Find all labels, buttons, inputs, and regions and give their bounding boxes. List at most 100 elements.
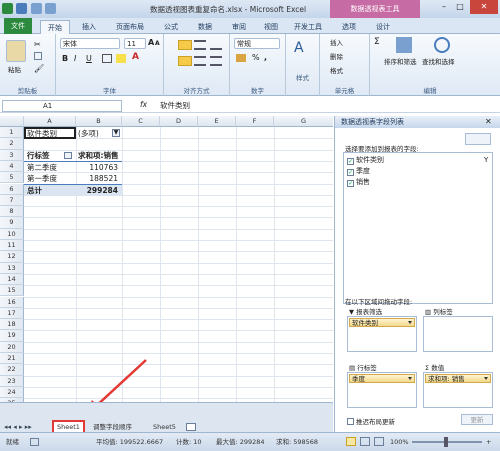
cell-b4[interactable]: 110763	[78, 162, 118, 173]
zoom-slider-thumb[interactable]	[444, 437, 448, 447]
worksheet-grid[interactable]: A B C D E F G 1 2 3 4 5 6 7 8 9 10 11 12 13 14 15 16 17 1…	[0, 116, 333, 402]
defer-update-checkbox[interactable]: 推迟布局更新	[347, 416, 395, 426]
new-sheet-icon[interactable]	[186, 423, 196, 431]
row-header[interactable]: 1	[0, 127, 24, 139]
undo-icon[interactable]	[30, 3, 42, 14]
cut-icon[interactable]: ✂	[34, 40, 41, 49]
field-item-software[interactable]: ✓ 软件类别	[347, 155, 384, 165]
copy-icon[interactable]	[34, 52, 42, 60]
insert-cells-button[interactable]: 插入	[330, 37, 343, 47]
cell-b3[interactable]: 求和项:销售	[78, 150, 119, 161]
page-break-view-icon[interactable]	[374, 437, 384, 446]
sort-filter-label[interactable]: 排序和筛选	[384, 56, 417, 66]
row-header[interactable]: 6	[0, 183, 24, 195]
row-header[interactable]: 22	[0, 364, 24, 376]
fx-icon[interactable]: fx	[140, 100, 147, 109]
font-size-select[interactable]: 11	[124, 38, 146, 49]
column-header-e[interactable]: E	[198, 116, 236, 127]
align-bottom-icon[interactable]	[210, 40, 222, 50]
tab-home[interactable]: 开始	[40, 20, 70, 34]
grow-font-icon[interactable]: A	[148, 38, 154, 47]
close-icon[interactable]: ✕	[470, 0, 498, 14]
shrink-font-icon[interactable]: A	[155, 40, 160, 47]
row-header[interactable]: 4	[0, 160, 24, 173]
align-top-icon[interactable]	[178, 40, 192, 50]
cell-b1[interactable]: (多项)	[78, 128, 99, 139]
autosum-icon[interactable]: Σ	[374, 37, 380, 47]
format-painter-icon[interactable]: 🖌	[34, 64, 44, 73]
row-header[interactable]: 15	[0, 285, 24, 297]
zoom-in-icon[interactable]: +	[486, 433, 491, 451]
row-header[interactable]: 8	[0, 206, 24, 218]
underline-button[interactable]: U	[86, 54, 92, 63]
column-header-a[interactable]: A	[24, 116, 76, 127]
row-header[interactable]: 11	[0, 240, 24, 252]
formula-input[interactable]: 软件类别	[160, 100, 190, 111]
row-header[interactable]: 21	[0, 353, 24, 365]
update-button[interactable]: 更新	[461, 414, 493, 425]
row-header[interactable]: 14	[0, 273, 24, 286]
column-header-f[interactable]: F	[236, 116, 274, 127]
column-header-c[interactable]: C	[122, 116, 160, 127]
row-header[interactable]: 12	[0, 251, 24, 263]
row-header[interactable]: 16	[0, 296, 24, 308]
row-header[interactable]: 5	[0, 172, 24, 184]
tab-data[interactable]: 数据	[192, 20, 218, 34]
number-format-select[interactable]: 常规	[234, 38, 280, 49]
normal-view-icon[interactable]	[346, 437, 356, 446]
fill-color-icon[interactable]	[116, 54, 126, 63]
save-icon[interactable]	[16, 3, 28, 14]
checkbox-icon[interactable]	[347, 418, 354, 425]
row-header[interactable]: 7	[0, 194, 24, 207]
row-header[interactable]: 23	[0, 375, 24, 387]
tab-file[interactable]: 文件	[4, 18, 32, 34]
font-name-select[interactable]: 宋体	[60, 38, 120, 49]
name-box[interactable]: A1	[2, 100, 122, 112]
row-header[interactable]: 9	[0, 217, 24, 229]
row-field-item[interactable]: 季度	[349, 374, 415, 383]
delete-cells-button[interactable]: 删除	[330, 51, 343, 61]
tab-review[interactable]: 审阅	[226, 20, 252, 34]
tab-insert[interactable]: 插入	[76, 20, 102, 34]
cell-a6[interactable]: 总计	[27, 185, 42, 196]
column-header-g[interactable]: G	[274, 116, 333, 127]
tab-options[interactable]: 选项	[336, 20, 362, 34]
filter-field-item[interactable]: 软件类别	[349, 318, 415, 327]
format-cells-button[interactable]: 格式	[330, 65, 343, 75]
select-all-corner[interactable]	[0, 116, 24, 127]
cell-b5[interactable]: 188521	[78, 173, 118, 184]
find-select-label[interactable]: 查找和选择	[422, 56, 455, 66]
field-item-quarter[interactable]: ✓ 季度	[347, 166, 370, 176]
sheet-nav-icon[interactable]: ◂◂ ◂ ▸ ▸▸	[4, 423, 32, 431]
tab-view[interactable]: 视图	[258, 20, 284, 34]
field-item-sales[interactable]: ✓ 销售	[347, 177, 370, 187]
row-label-dropdown-icon[interactable]	[64, 152, 72, 159]
percent-button[interactable]: %	[252, 53, 260, 62]
cell-b6[interactable]: 299284	[78, 185, 118, 196]
page-layout-view-icon[interactable]	[360, 437, 370, 446]
align-left-icon[interactable]	[178, 56, 192, 66]
tab-page-layout[interactable]: 页面布局	[108, 20, 152, 34]
checkbox-checked-icon[interactable]: ✓	[347, 180, 354, 187]
panel-close-icon[interactable]: ✕	[485, 117, 492, 126]
align-middle-icon[interactable]	[194, 40, 206, 50]
cell-a1[interactable]: 软件类别	[27, 128, 57, 139]
row-header[interactable]: 20	[0, 341, 24, 353]
comma-button[interactable]: ,	[264, 53, 267, 62]
minimize-icon[interactable]: –	[436, 0, 452, 14]
tab-developer[interactable]: 开发工具	[290, 20, 326, 34]
tab-design[interactable]: 设计	[370, 20, 396, 34]
find-select-icon[interactable]	[434, 37, 450, 53]
values-area[interactable]: 求和项: 销售	[423, 372, 493, 408]
checkbox-checked-icon[interactable]: ✓	[347, 158, 354, 165]
row-header[interactable]: 17	[0, 307, 24, 320]
cell-a3[interactable]: 行标签	[27, 150, 50, 161]
macro-record-icon[interactable]	[30, 438, 39, 446]
redo-icon[interactable]	[45, 3, 57, 14]
layout-menu-icon[interactable]	[465, 133, 491, 145]
filter-area[interactable]: 软件类别	[347, 316, 417, 352]
column-area[interactable]	[423, 316, 493, 352]
row-header[interactable]: 2	[0, 138, 24, 150]
sort-filter-icon[interactable]	[396, 37, 412, 53]
filter-icon[interactable]: ▼	[112, 129, 120, 137]
